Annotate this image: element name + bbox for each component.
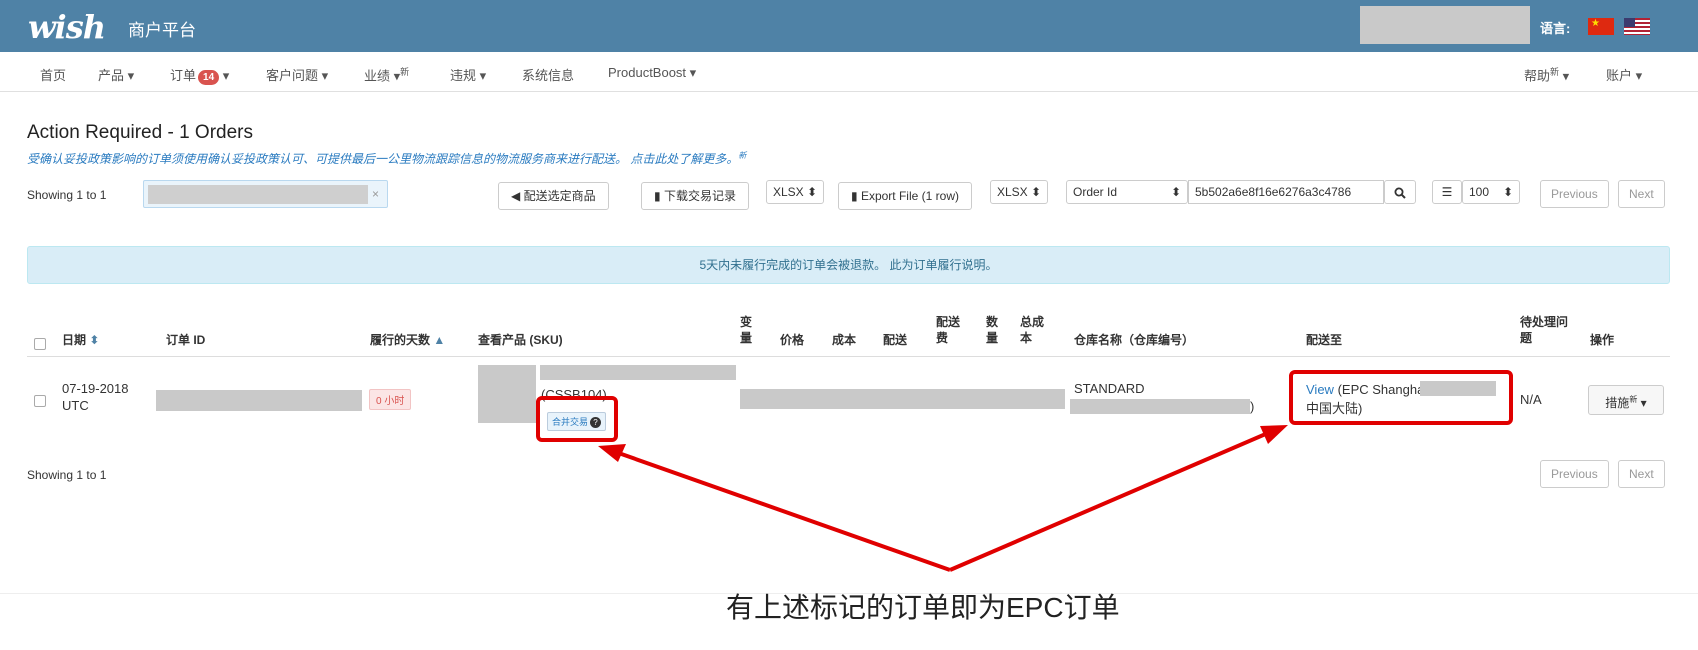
arrow-to-merged-tag bbox=[609, 448, 951, 572]
annotation-caption: 有上述标记的订单即为EPC订单 bbox=[726, 592, 1120, 623]
arrowhead-right bbox=[1260, 425, 1288, 444]
arrow-to-ship-to bbox=[949, 428, 1276, 572]
arrowhead-left bbox=[598, 444, 626, 462]
annotation-arrows bbox=[598, 425, 1288, 572]
